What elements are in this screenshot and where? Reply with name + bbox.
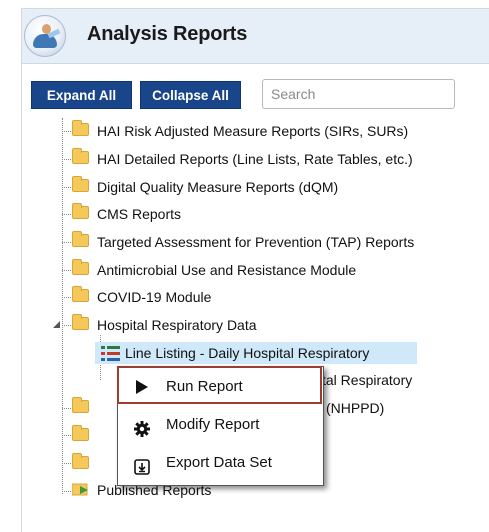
menu-item-label: Modify Report: [166, 416, 260, 433]
tree-connector: [62, 242, 71, 243]
tree-folder-label: Antimicrobial Use and Resistance Module: [97, 262, 357, 278]
folder-icon: [72, 259, 89, 275]
folder-icon: [72, 425, 89, 441]
tree-item-line-listing[interactable]: Line Listing - Daily Hospital Respirator…: [125, 343, 369, 363]
menu-item-label: Run Report: [166, 378, 243, 395]
folder-icon: [72, 286, 89, 302]
tree-folder-nhppd[interactable]: (NHPPD): [326, 398, 384, 418]
tree-connector: [62, 435, 71, 436]
tree-folder-label: Targeted Assessment for Prevention (TAP)…: [97, 234, 415, 250]
folder-user-icon: [72, 453, 89, 469]
export-data-set-menu-item[interactable]: Export Data Set: [118, 445, 323, 481]
tree-connector: [62, 187, 71, 188]
folder-icon: [72, 176, 89, 192]
tree-connector: [62, 131, 71, 132]
tree-folder-label: Hospital Respiratory Data: [97, 317, 257, 333]
tree-folder-label: HAI Risk Adjusted Measure Reports (SIRs,…: [97, 123, 409, 139]
tree-folder-label: COVID-19 Module: [97, 289, 212, 305]
folder-icon: [72, 203, 89, 219]
export-icon: [133, 454, 151, 475]
folder-icon: [72, 120, 89, 136]
tree-connector: [62, 297, 71, 298]
tree-connector: [62, 408, 71, 409]
folder-open-icon: [72, 314, 89, 330]
collapse-all-button[interactable]: Collapse All: [140, 81, 241, 109]
tree-connector: [62, 214, 71, 215]
tree-folder-label: Digital Quality Measure Reports (dQM): [97, 179, 339, 195]
tree-folder-label: HAI Detailed Reports (Line Lists, Rate T…: [97, 151, 413, 167]
play-icon: [133, 378, 151, 396]
modify-report-menu-item[interactable]: Modify Report: [118, 407, 323, 443]
tree-connector: [62, 463, 71, 464]
tree-item-partial-respiratory[interactable]: tal Respiratory: [322, 370, 412, 390]
search-input[interactable]: [262, 79, 455, 109]
tree-connector: [62, 159, 71, 160]
panel-header: Analysis Reports: [22, 9, 489, 64]
run-report-menu-item[interactable]: Run Report: [118, 369, 323, 405]
tree-connector: [62, 325, 71, 326]
tree-connector: [62, 270, 71, 271]
tree-connector: [62, 491, 71, 492]
line-listing-icon: [101, 344, 121, 362]
gear-icon: [133, 416, 151, 437]
folder-icon: [72, 397, 89, 413]
context-menu: Run Report Modify Report Export Data Set: [117, 366, 324, 486]
page-title: Analysis Reports: [87, 23, 248, 45]
tree-connector: [62, 118, 63, 494]
folder-icon: [72, 148, 89, 164]
expand-all-button[interactable]: Expand All: [31, 81, 132, 109]
tree-folder-label: CMS Reports: [97, 206, 182, 222]
folder-icon: [72, 231, 89, 247]
analysis-logo-icon: [24, 15, 66, 57]
menu-item-label: Export Data Set: [166, 454, 272, 471]
published-folder-icon: [72, 483, 88, 496]
